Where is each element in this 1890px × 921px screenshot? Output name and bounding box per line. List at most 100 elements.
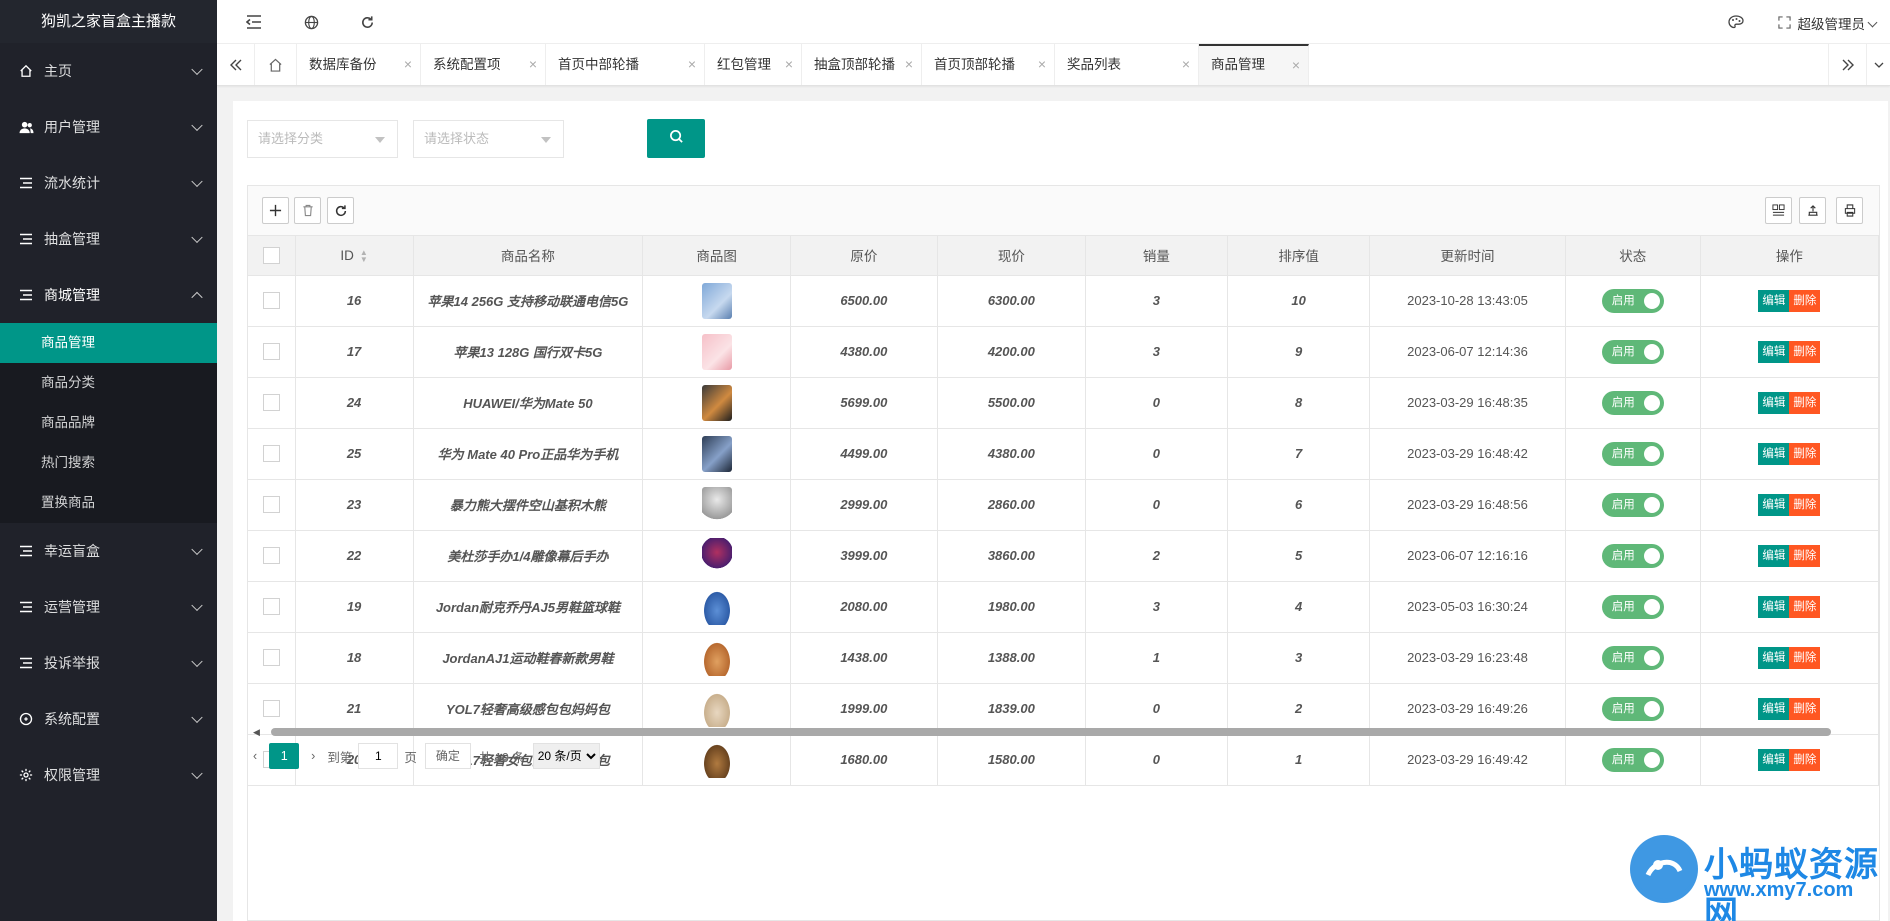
close-tab-icon[interactable]: ×: [688, 44, 696, 85]
row-checkbox[interactable]: [262, 343, 280, 361]
edit-button[interactable]: 编辑: [1758, 544, 1790, 567]
close-tab-icon[interactable]: ×: [404, 44, 412, 85]
product-image[interactable]: [701, 690, 732, 727]
close-tab-icon[interactable]: ×: [529, 44, 537, 85]
tab[interactable]: 红包管理 ×: [705, 44, 802, 85]
row-checkbox[interactable]: [262, 598, 280, 616]
edit-button[interactable]: 编辑: [1758, 391, 1790, 414]
submenu-item[interactable]: 商品分类: [0, 363, 217, 403]
status-toggle[interactable]: 启用: [1601, 441, 1664, 466]
product-image[interactable]: [701, 588, 732, 625]
page-1-button[interactable]: 1: [269, 743, 300, 769]
print-button[interactable]: [1836, 197, 1863, 224]
fullscreen-icon[interactable]: [1774, 12, 1794, 32]
status-toggle[interactable]: 启用: [1601, 543, 1664, 568]
page-size-select[interactable]: 20 条/页: [532, 743, 600, 769]
status-toggle[interactable]: 启用: [1601, 288, 1664, 313]
close-tab-icon[interactable]: ×: [905, 44, 913, 85]
edit-button[interactable]: 编辑: [1758, 442, 1790, 465]
edit-button[interactable]: 编辑: [1758, 748, 1790, 771]
category-select[interactable]: 请选择分类: [247, 120, 398, 158]
row-checkbox[interactable]: [262, 649, 280, 667]
select-all-checkbox[interactable]: [262, 246, 280, 264]
delete-button[interactable]: 删除: [1789, 646, 1821, 669]
sidebar-item[interactable]: 主页: [0, 43, 217, 99]
delete-button[interactable]: 删除: [1789, 697, 1821, 720]
tab[interactable]: 首页中部轮播 ×: [546, 44, 705, 85]
submenu-item[interactable]: 商品管理: [0, 323, 217, 363]
horizontal-scrollbar[interactable]: ◀: [247, 725, 1880, 739]
column-header-id[interactable]: ID ▲ ▼: [295, 236, 414, 276]
tab[interactable]: 奖品列表 ×: [1055, 44, 1199, 85]
edit-button[interactable]: 编辑: [1758, 595, 1790, 618]
user-menu[interactable]: 超级管理员: [1798, 13, 1877, 33]
product-image[interactable]: [701, 639, 732, 676]
delete-selected-button[interactable]: [294, 197, 321, 224]
delete-button[interactable]: 删除: [1789, 391, 1821, 414]
tabs-scroll-right-icon[interactable]: [1828, 44, 1866, 85]
sidebar-item[interactable]: 运营管理: [0, 579, 217, 635]
submenu-item[interactable]: 置换商品: [0, 483, 217, 523]
scroll-left-arrow-icon[interactable]: ◀: [253, 727, 260, 738]
sidebar-item[interactable]: 权限管理: [0, 747, 217, 803]
add-button[interactable]: [262, 197, 289, 224]
close-tab-icon[interactable]: ×: [785, 44, 793, 85]
status-toggle[interactable]: 启用: [1601, 492, 1664, 517]
sidebar-item[interactable]: 流水统计: [0, 155, 217, 211]
tab[interactable]: 商品管理 ×: [1199, 44, 1309, 85]
tab[interactable]: 抽盒顶部轮播 ×: [802, 44, 922, 85]
edit-button[interactable]: 编辑: [1758, 340, 1790, 363]
status-select[interactable]: 请选择状态: [413, 120, 564, 158]
product-image[interactable]: [701, 537, 732, 574]
product-image[interactable]: [701, 486, 732, 523]
tab-home-icon[interactable]: [255, 44, 297, 85]
sort-icon[interactable]: ▲ ▼: [360, 248, 368, 263]
close-tab-icon[interactable]: ×: [1292, 46, 1300, 84]
delete-button[interactable]: 删除: [1789, 340, 1821, 363]
globe-icon[interactable]: [301, 12, 321, 32]
export-button[interactable]: [1799, 197, 1826, 224]
submenu-item[interactable]: 热门搜索: [0, 443, 217, 483]
delete-button[interactable]: 删除: [1789, 544, 1821, 567]
next-page-icon[interactable]: ›: [305, 743, 321, 769]
tab[interactable]: 数据库备份 ×: [297, 44, 421, 85]
prev-page-icon[interactable]: ‹: [247, 743, 263, 769]
sidebar-item[interactable]: 抽盒管理: [0, 211, 217, 267]
tab[interactable]: 首页顶部轮播 ×: [922, 44, 1055, 85]
product-image[interactable]: [701, 384, 732, 421]
edit-button[interactable]: 编辑: [1758, 493, 1790, 516]
tab[interactable]: 系统配置项 ×: [421, 44, 546, 85]
status-toggle[interactable]: 启用: [1601, 645, 1664, 670]
delete-button[interactable]: 删除: [1789, 493, 1821, 516]
edit-button[interactable]: 编辑: [1758, 697, 1790, 720]
sidebar-item[interactable]: 用户管理: [0, 99, 217, 155]
page-jump-input[interactable]: [358, 743, 399, 769]
row-checkbox[interactable]: [262, 292, 280, 310]
delete-button[interactable]: 删除: [1789, 748, 1821, 771]
close-tab-icon[interactable]: ×: [1038, 44, 1046, 85]
edit-button[interactable]: 编辑: [1758, 289, 1790, 312]
row-checkbox[interactable]: [262, 496, 280, 514]
row-checkbox[interactable]: [262, 445, 280, 463]
status-toggle[interactable]: 启用: [1601, 339, 1664, 364]
status-toggle[interactable]: 启用: [1601, 594, 1664, 619]
row-checkbox[interactable]: [262, 700, 280, 718]
product-image[interactable]: [701, 741, 732, 778]
row-checkbox[interactable]: [262, 394, 280, 412]
status-toggle[interactable]: 启用: [1601, 747, 1664, 772]
row-checkbox[interactable]: [262, 547, 280, 565]
reload-button[interactable]: [327, 197, 354, 224]
product-image[interactable]: [701, 282, 732, 319]
product-image[interactable]: [701, 333, 732, 370]
sidebar-item[interactable]: 商城管理: [0, 267, 217, 323]
tabs-menu-chevron-icon[interactable]: [1866, 44, 1890, 85]
status-toggle[interactable]: 启用: [1601, 390, 1664, 415]
delete-button[interactable]: 删除: [1789, 442, 1821, 465]
status-toggle[interactable]: 启用: [1601, 696, 1664, 721]
edit-button[interactable]: 编辑: [1758, 646, 1790, 669]
delete-button[interactable]: 删除: [1789, 595, 1821, 618]
search-button[interactable]: [647, 119, 705, 158]
sidebar-item[interactable]: 幸运盲盒: [0, 523, 217, 579]
tabs-scroll-left-icon[interactable]: [217, 44, 255, 85]
close-tab-icon[interactable]: ×: [1182, 44, 1190, 85]
